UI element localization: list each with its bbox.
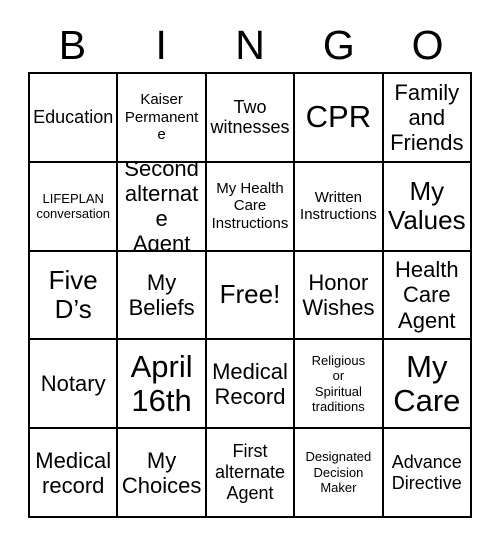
bingo-cell-r4c4[interactable]: Religious or Spiritual traditions: [295, 340, 384, 430]
bingo-cell-r2c4[interactable]: Written Instructions: [295, 162, 384, 252]
bingo-cell-label: Medical Record: [212, 358, 288, 409]
bingo-cell-label: CPR: [305, 99, 372, 135]
bingo-cell-label: LIFEPLAN conversation: [36, 190, 111, 222]
bingo-cell-label: Second alternate Agent: [124, 162, 199, 252]
bingo-cell-label: Kaiser Permanente: [124, 90, 199, 144]
bingo-cell-r5c4[interactable]: Designated Decision Maker: [295, 429, 384, 518]
bingo-cell-label: Two witnesses: [210, 96, 290, 138]
bingo-free-space-label: Free!: [219, 279, 281, 310]
bingo-header-letter-i: I: [155, 21, 167, 68]
bingo-cell-label: Family and Friends: [390, 79, 464, 155]
bingo-cell-label: My Values: [388, 176, 466, 236]
bingo-cell-r2c3[interactable]: My Health Care Instructions: [206, 162, 296, 252]
bingo-cell-r1c4[interactable]: CPR: [295, 74, 384, 163]
bingo-cell-label: First alternate Agent: [214, 441, 286, 504]
bingo-cell-label: Designated Decision Maker: [305, 449, 372, 496]
bingo-cell-r1c1[interactable]: Education: [30, 74, 119, 163]
bingo-cell-label: April 16th: [130, 348, 193, 418]
bingo-header-letter-g: G: [322, 21, 355, 68]
bingo-cell-label: Written Instructions: [300, 188, 377, 224]
bingo-cell-label: Honor Wishes: [302, 269, 375, 320]
bingo-cell-label: Health Care Agent: [395, 257, 459, 333]
bingo-cell-r5c2[interactable]: My Choices: [118, 429, 207, 518]
bingo-cell-free-space[interactable]: Free!: [206, 251, 296, 341]
bingo-card: B I N G O Education Kaiser Permanente Tw…: [0, 0, 500, 544]
bingo-cell-label: Religious or Spiritual traditions: [311, 352, 366, 415]
bingo-header-letter-b: B: [58, 21, 87, 68]
bingo-cell-label: Five D’s: [48, 264, 98, 324]
bingo-cell-r4c1[interactable]: Notary: [30, 340, 119, 430]
bingo-cell-label: My Choices: [121, 447, 202, 498]
bingo-cell-r4c2[interactable]: April 16th: [118, 340, 207, 430]
bingo-cell-r1c2[interactable]: Kaiser Permanente: [118, 74, 207, 163]
bingo-cell-label: Advance Directive: [391, 451, 462, 493]
bingo-cell-label: Education: [33, 106, 114, 127]
bingo-cell-r1c3[interactable]: Two witnesses: [206, 74, 296, 163]
bingo-header-letter-n: N: [235, 21, 265, 68]
bingo-cell-label: My Beliefs: [128, 269, 195, 320]
bingo-header-letter-o: O: [411, 21, 444, 68]
bingo-cell-r4c5[interactable]: My Care: [383, 340, 472, 430]
bingo-cell-r5c1[interactable]: Medical record: [30, 429, 119, 518]
bingo-cell-label: Notary: [40, 371, 106, 397]
bingo-cell-r2c2[interactable]: Second alternate Agent: [118, 162, 207, 252]
bingo-cell-r2c5[interactable]: My Values: [383, 162, 472, 252]
bingo-cell-label: My Care: [393, 348, 461, 418]
bingo-cell-r4c3[interactable]: Medical Record: [206, 340, 296, 430]
bingo-cell-label: My Health Care Instructions: [211, 179, 289, 233]
bingo-header-row: B I N G O: [28, 18, 472, 72]
bingo-cell-r3c1[interactable]: Five D’s: [30, 251, 119, 341]
bingo-cell-r5c5[interactable]: Advance Directive: [383, 429, 472, 518]
bingo-cell-r1c5[interactable]: Family and Friends: [383, 74, 472, 163]
bingo-grid: Education Kaiser Permanente Two witnesse…: [28, 72, 472, 518]
bingo-cell-r3c4[interactable]: Honor Wishes: [295, 251, 384, 341]
bingo-cell-r5c3[interactable]: First alternate Agent: [206, 429, 296, 518]
bingo-cell-r3c2[interactable]: My Beliefs: [118, 251, 207, 341]
bingo-cell-r3c5[interactable]: Health Care Agent: [383, 251, 472, 341]
bingo-cell-label: Medical record: [35, 447, 112, 498]
bingo-cell-r2c1[interactable]: LIFEPLAN conversation: [30, 162, 119, 252]
